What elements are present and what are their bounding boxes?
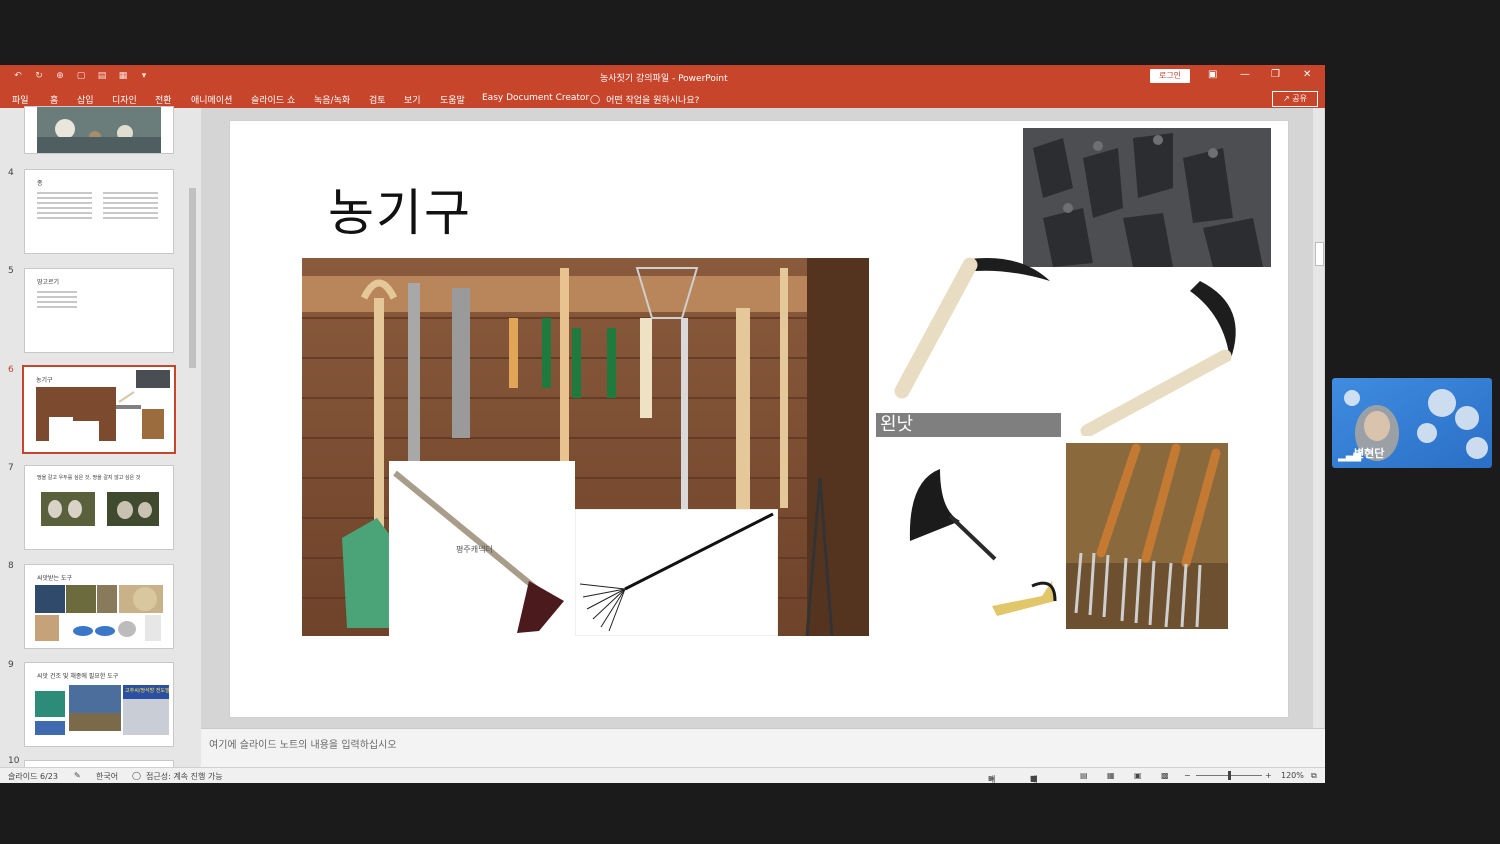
close-button[interactable]: ✕ bbox=[1303, 69, 1311, 80]
thumb-number-8: 8 bbox=[8, 561, 14, 571]
tell-me-text: 어떤 작업을 원하시나요? bbox=[606, 96, 700, 106]
slide-thumbnail-3[interactable] bbox=[24, 106, 174, 154]
slide-editor: 농기구 평주캐넥터 왼낫 bbox=[201, 108, 1325, 728]
tab-easy-document-creator[interactable]: Easy Document Creator bbox=[482, 93, 589, 103]
undo-icon[interactable]: ↶ bbox=[12, 70, 24, 82]
login-button[interactable]: 로그인 bbox=[1150, 69, 1190, 83]
slide-counter: 슬라이드 6/23 bbox=[8, 772, 58, 781]
spellcheck-icon[interactable]: ✎ bbox=[74, 771, 81, 780]
thumb-number-10: 10 bbox=[8, 756, 20, 766]
participant-video-tile[interactable]: ▂▄▆ 변현단 bbox=[1332, 378, 1492, 468]
slide-9-photos bbox=[35, 685, 169, 735]
thumb-number-7: 7 bbox=[8, 463, 14, 473]
slide-thumbnail-pane: 4 종 5 땅고르기 6 농기구 7 땅을 갈고 우두를 심은 것, 땅을 갈지… bbox=[0, 106, 200, 772]
editor-scrollbar-thumb[interactable] bbox=[1315, 242, 1324, 266]
slide-thumbnail-7[interactable]: 땅을 갈고 우두를 심은 것, 땅을 갈지 않고 심은 것 bbox=[24, 465, 174, 550]
thumb-text-lines-4 bbox=[37, 192, 92, 222]
slide-sorter-icon[interactable]: ▦ bbox=[1107, 771, 1115, 780]
sickle-photo-1[interactable] bbox=[880, 251, 1060, 406]
minimize-button[interactable]: — bbox=[1240, 69, 1250, 80]
window-title: 농사짓기 강의파일 - PowerPoint bbox=[600, 74, 728, 84]
comments-toggle-label: 메모 bbox=[1030, 775, 1038, 783]
slide-thumbnail-8[interactable]: 씨앗받는 도구 bbox=[24, 564, 174, 649]
thumb-number-9: 9 bbox=[8, 660, 14, 670]
tab-insert[interactable]: 삽입 bbox=[77, 93, 94, 106]
thumb-banner-9: 고추씨/땅석방 전도말 bbox=[125, 688, 170, 694]
redo-icon[interactable]: ↻ bbox=[33, 70, 45, 82]
thumb-number-5: 5 bbox=[8, 266, 14, 276]
thumb-number-4: 4 bbox=[8, 168, 14, 178]
slide-thumbnail-4[interactable]: 종 bbox=[24, 169, 174, 254]
slide-title[interactable]: 농기구 bbox=[328, 173, 472, 245]
tell-me-search[interactable]: ◯ 어떤 작업을 원하시나요? bbox=[590, 93, 700, 107]
status-bar: 슬라이드 6/23 ✎ 한국어 ◯ 접근성: 계속 진행 가능 ≡ 메모 ■ 메… bbox=[0, 767, 1325, 783]
zoom-slider-handle[interactable] bbox=[1228, 771, 1231, 780]
slide-canvas[interactable]: 농기구 평주캐넥터 왼낫 bbox=[229, 120, 1289, 718]
share-label: 공유 bbox=[1292, 94, 1307, 103]
restore-button[interactable]: ❐ bbox=[1271, 69, 1280, 80]
new-file-icon[interactable]: ▢ bbox=[75, 70, 87, 82]
tab-transitions[interactable]: 전환 bbox=[155, 93, 172, 106]
share-button[interactable]: ↗ 공유 bbox=[1272, 91, 1318, 107]
scraper-photo[interactable] bbox=[987, 576, 1057, 618]
sickle-label[interactable]: 왼낫 bbox=[876, 413, 1061, 437]
zoom-level[interactable]: 120% bbox=[1281, 771, 1304, 780]
thumb-text-lines-5 bbox=[37, 291, 77, 311]
tab-file[interactable]: 파일 bbox=[12, 93, 29, 106]
slide-7-photos bbox=[41, 492, 159, 526]
slide-thumbnail-9[interactable]: 씨앗 건조 및 채종에 필요한 도구 고추씨/땅석방 전도말 bbox=[24, 662, 174, 747]
tab-slide-show[interactable]: 슬라이드 쇼 bbox=[251, 93, 295, 106]
customize-toolbar-icon[interactable]: ▾ bbox=[138, 70, 150, 82]
powerpoint-window: ↶ ↻ ⊕ ▢ ▤ ▦ ▾ 농사짓기 강의파일 - PowerPoint 로그인… bbox=[0, 65, 1325, 783]
slide-6-preview bbox=[36, 370, 170, 441]
slide-thumbnail-5[interactable]: 땅고르기 bbox=[24, 268, 174, 353]
layout-icon[interactable]: ▦ bbox=[117, 70, 129, 82]
tab-help[interactable]: 도움말 bbox=[440, 93, 465, 106]
fit-to-window-icon[interactable]: ⧉ bbox=[1311, 771, 1317, 781]
normal-view-icon[interactable]: ▤ bbox=[1080, 771, 1088, 780]
hoe-blades-photo[interactable] bbox=[1023, 128, 1271, 267]
notes-placeholder: 여기에 슬라이드 노트의 내용을 입력하십시오 bbox=[209, 740, 397, 751]
save-icon[interactable]: ▤ bbox=[96, 70, 108, 82]
participant-name: 변현단 bbox=[1354, 447, 1385, 460]
title-bar: ↶ ↻ ⊕ ▢ ▤ ▦ ▾ 농사짓기 강의파일 - PowerPoint 로그인… bbox=[0, 65, 1325, 88]
zoom-out-icon[interactable]: − bbox=[1184, 771, 1191, 780]
tab-home[interactable]: 홈 bbox=[50, 93, 58, 106]
tab-recording[interactable]: 녹음/녹화 bbox=[314, 93, 350, 106]
thumb-title-4: 종 bbox=[37, 180, 43, 187]
slide-thumbnail-6[interactable]: 농기구 bbox=[22, 365, 176, 454]
tab-animations[interactable]: 애니메이션 bbox=[191, 93, 232, 106]
accessibility-icon: ◯ bbox=[132, 771, 141, 780]
language-indicator[interactable]: 한국어 bbox=[96, 771, 118, 782]
lightbulb-icon: ◯ bbox=[590, 94, 601, 105]
slide-show-icon[interactable]: ▩ bbox=[1161, 771, 1169, 780]
tab-design[interactable]: 디자인 bbox=[112, 93, 137, 106]
rake-photo[interactable] bbox=[575, 509, 778, 636]
tab-review[interactable]: 검토 bbox=[369, 93, 386, 106]
thumb-title-5: 땅고르기 bbox=[37, 279, 60, 286]
share-icon: ↗ bbox=[1283, 94, 1290, 103]
thumb-text-lines-4b bbox=[103, 192, 158, 222]
ribbon-tabs: 파일 홈 삽입 디자인 전환 애니메이션 슬라이드 쇼 녹음/녹화 검토 보기 … bbox=[0, 88, 1325, 108]
notes-toggle-label: 메모 bbox=[988, 775, 996, 783]
hoe-label: 평주캐넥터 bbox=[456, 545, 493, 554]
thumbnail-scrollbar-thumb[interactable] bbox=[189, 188, 196, 368]
notes-pane[interactable]: 여기에 슬라이드 노트의 내용을 입력하십시오 bbox=[201, 728, 1325, 769]
start-from-beginning-icon[interactable]: ⊕ bbox=[54, 70, 66, 82]
editor-scrollbar[interactable] bbox=[1313, 108, 1324, 728]
slide-3-photo bbox=[37, 107, 161, 153]
zoom-in-icon[interactable]: + bbox=[1265, 771, 1272, 780]
sickle-photo-2[interactable] bbox=[1075, 276, 1250, 436]
ribbon-display-options-icon[interactable]: ▣ bbox=[1208, 69, 1217, 80]
hand-hoe-photo[interactable] bbox=[900, 461, 1010, 561]
fork-rake-photo[interactable] bbox=[1066, 443, 1228, 629]
quick-access-toolbar: ↶ ↻ ⊕ ▢ ▤ ▦ ▾ bbox=[12, 70, 150, 82]
slide-8-photos bbox=[35, 585, 163, 641]
tab-view[interactable]: 보기 bbox=[404, 93, 421, 106]
thumbnail-scrollbar[interactable] bbox=[187, 108, 198, 767]
accessibility-status[interactable]: 접근성: 계속 진행 가능 bbox=[146, 771, 223, 782]
reading-view-icon[interactable]: ▣ bbox=[1134, 771, 1142, 780]
thumb-number-6: 6 bbox=[8, 365, 14, 375]
